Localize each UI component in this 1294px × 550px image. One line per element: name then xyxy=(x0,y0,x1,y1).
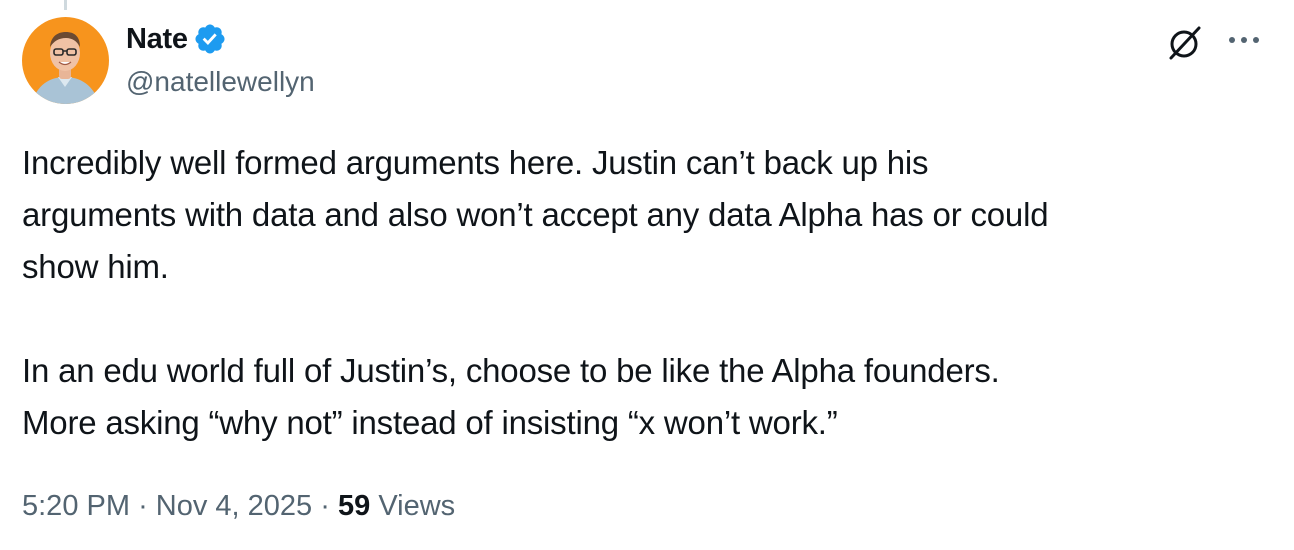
verified-badge-icon[interactable] xyxy=(193,22,227,56)
person-portrait-avatar-icon xyxy=(22,17,109,104)
tweet-text-line: arguments with data and also won’t accep… xyxy=(22,196,1049,233)
author-handle[interactable]: @natellewellyn xyxy=(126,66,315,98)
author-name-row[interactable]: Nate xyxy=(126,19,227,59)
tweet-text: Incredibly well formed arguments here. J… xyxy=(22,137,1262,449)
grok-slash-circle-icon[interactable] xyxy=(1162,20,1206,64)
meta-separator: · xyxy=(138,490,148,522)
meta-separator: · xyxy=(320,490,330,522)
tweet-text-line: More asking “why not” instead of insisti… xyxy=(22,404,838,441)
views-count[interactable]: 59 xyxy=(338,490,370,522)
tweet-text-line: Incredibly well formed arguments here. J… xyxy=(22,144,929,181)
views-label[interactable]: Views xyxy=(378,490,455,522)
avatar[interactable] xyxy=(22,17,109,104)
tweet-meta: 5:20 PM · Nov 4, 2025 · 59 Views xyxy=(22,490,455,523)
tweet-text-line: In an edu world full of Justin’s, choose… xyxy=(22,352,1000,389)
display-name[interactable]: Nate xyxy=(126,23,188,56)
tweet-date[interactable]: Nov 4, 2025 xyxy=(156,490,312,522)
tweet-time[interactable]: 5:20 PM xyxy=(22,490,130,522)
thread-connector-line xyxy=(64,0,67,10)
more-horizontal-icon[interactable] xyxy=(1224,28,1264,52)
tweet-text-line: show him. xyxy=(22,248,169,285)
